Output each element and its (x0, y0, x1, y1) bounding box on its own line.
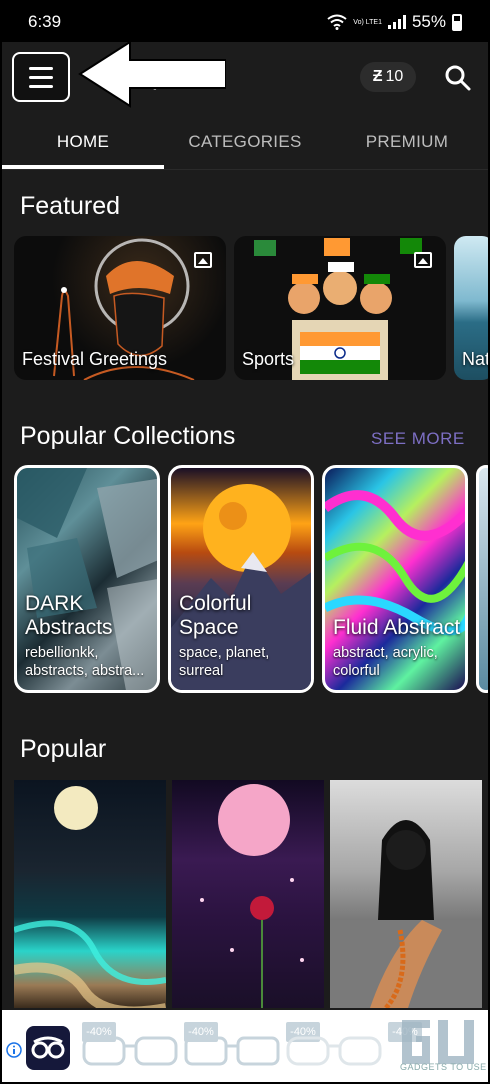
search-icon[interactable] (444, 64, 472, 92)
collection-tags: rebellionkk, abstracts, abstra... (25, 645, 145, 679)
featured-card-label: Festival Greetings (22, 349, 168, 369)
moon-beach-artwork (14, 786, 166, 1008)
featured-title: Featured (20, 192, 121, 220)
collection-card-partial[interactable] (476, 465, 488, 693)
arrow-annotation (78, 40, 226, 108)
wifi-icon (327, 14, 347, 30)
tab-bar: HOME CATEGORIES PREMIUM (2, 114, 488, 170)
status-bar: 6:39 Vo) LTE1 55% (2, 2, 488, 42)
featured-carousel: Festival Greetings Sports Nat (14, 236, 490, 380)
glasses-logo-icon (31, 1036, 65, 1059)
pink-moon-rose-artwork (200, 784, 304, 1008)
collection-card-fluid-abstract[interactable]: Fluid Abstract abstract, acrylic, colorf… (322, 465, 468, 693)
featured-card-nature[interactable]: Nat (454, 236, 490, 380)
featured-card-label: Nat (462, 349, 490, 369)
ad-glasses-image (286, 1036, 382, 1066)
collection-title: Fluid Abstract (333, 616, 461, 639)
volte-indicator: Vo) LTE1 (353, 18, 382, 26)
tab-home[interactable]: HOME (2, 114, 164, 169)
popular-wallpaper-shiva-statue[interactable] (330, 780, 482, 1008)
coin-count: 10 (385, 68, 404, 85)
menu-icon-bar (29, 84, 53, 88)
popular-title: Popular (20, 735, 107, 763)
collection-card-colorful-space[interactable]: Colorful Space space, planet, surreal (168, 465, 314, 693)
shiva-statue-artwork (330, 820, 482, 1008)
app-bar: pers Ƶ 10 (2, 40, 488, 114)
popular-grid (14, 780, 482, 1008)
status-time: 6:39 (28, 12, 62, 31)
menu-icon-bar (29, 75, 53, 79)
status-icons: Vo) LTE1 55% (327, 12, 462, 32)
popular-wallpaper-moon-beach[interactable] (14, 780, 166, 1008)
tab-premium[interactable]: PREMIUM (326, 114, 488, 169)
collection-title: DARK Abstracts (25, 592, 113, 639)
ad-info-icon[interactable] (6, 1042, 22, 1058)
image-icon (414, 252, 432, 268)
collection-tags: abstract, acrylic, colorful (333, 645, 438, 679)
see-more-link[interactable]: SEE MORE (371, 429, 465, 449)
collections-carousel: DARK Abstracts rebellionkk, abstracts, a… (14, 465, 488, 693)
collection-card-dark-abstracts[interactable]: DARK Abstracts rebellionkk, abstracts, a… (14, 465, 160, 693)
featured-card-label: Sports (242, 349, 295, 369)
ad-brand-logo[interactable] (26, 1026, 70, 1070)
app-screen: 6:39 Vo) LTE1 55% pers Ƶ (0, 0, 490, 1084)
collections-title: Popular Collections (20, 422, 236, 450)
signal-icon (387, 15, 406, 29)
watermark-text: GADGETS TO USE (400, 1062, 487, 1072)
menu-button[interactable] (12, 52, 70, 102)
popular-wallpaper-pink-moon-rose[interactable] (172, 780, 324, 1008)
ad-glasses-image (82, 1036, 178, 1066)
battery-percent: 55% (411, 12, 446, 31)
ad-glasses-image (184, 1036, 280, 1066)
coin-balance-button[interactable]: Ƶ 10 (360, 62, 416, 92)
coin-icon: Ƶ (372, 68, 383, 85)
menu-icon-bar (29, 66, 53, 70)
battery-icon (452, 13, 462, 31)
featured-card-festival-greetings[interactable]: Festival Greetings (14, 236, 226, 380)
collection-title: Colorful Space (179, 592, 252, 639)
tab-categories[interactable]: CATEGORIES (164, 114, 326, 169)
collection-tags: space, planet, surreal (179, 645, 270, 679)
image-icon (194, 252, 212, 268)
featured-card-sports[interactable]: Sports (234, 236, 446, 380)
